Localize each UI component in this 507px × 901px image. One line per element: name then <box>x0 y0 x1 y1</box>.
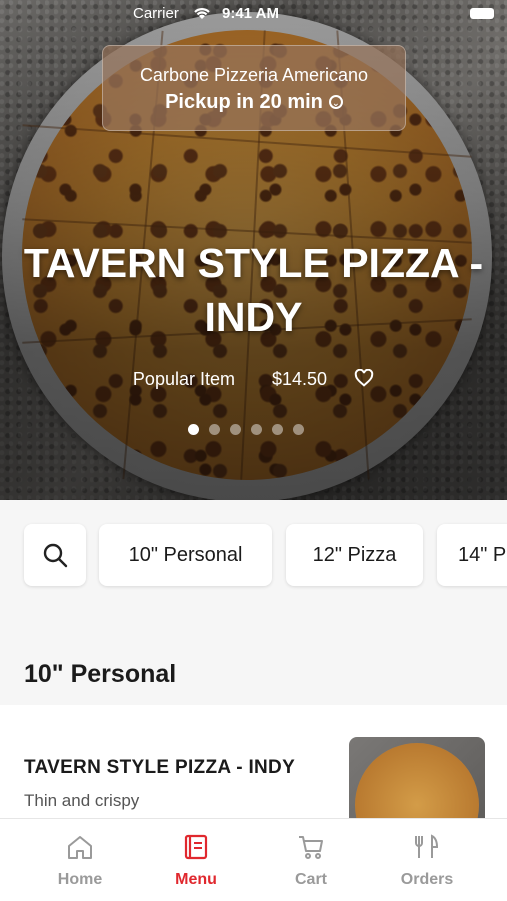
tab-cart[interactable]: Cart <box>261 819 361 901</box>
hero-banner[interactable]: Carrier 9:41 AM Carbone Pizzeria America… <box>0 0 507 500</box>
tab-orders[interactable]: Orders <box>377 819 477 901</box>
clock: 9:41 AM <box>222 5 279 22</box>
hero-price: $14.50 <box>272 369 328 389</box>
carousel-dot[interactable] <box>251 424 262 435</box>
heart-icon[interactable] <box>354 368 374 390</box>
carousel-dot[interactable] <box>293 424 304 435</box>
carousel-dot[interactable] <box>188 424 199 435</box>
pickup-label: Pickup in 20 min <box>165 91 323 113</box>
carousel-dot[interactable] <box>272 424 283 435</box>
tab-home[interactable]: Home <box>30 819 130 901</box>
category-chip-14-pizza[interactable]: 14" P <box>437 524 507 586</box>
category-chip-10-personal[interactable]: 10" Personal <box>99 524 272 586</box>
store-pickup-selector[interactable]: Carbone Pizzeria Americano Pickup in 20 … <box>102 45 406 131</box>
menu-icon <box>184 834 208 860</box>
chevron-down-icon: ⌄ <box>328 95 343 109</box>
tab-menu-label: Menu <box>175 871 217 888</box>
hero-meta: Popular Item $14.50 <box>0 368 507 391</box>
search-button[interactable] <box>24 524 86 586</box>
popular-tag: Popular Item <box>132 369 235 389</box>
status-bar: Carrier 9:41 AM <box>0 5 507 25</box>
category-bar: 10" Personal 12" Pizza 14" P <box>0 500 507 610</box>
home-icon <box>68 836 92 859</box>
battery-icon <box>470 8 494 19</box>
cart-icon <box>299 836 323 859</box>
carrier-label: Carrier <box>133 5 179 22</box>
wifi-icon <box>192 5 212 25</box>
item-description: Thin and crispy <box>24 791 140 810</box>
pickup-time: Pickup in 20 min ⌄ <box>103 91 405 114</box>
item-image <box>349 737 485 827</box>
carousel-indicator[interactable] <box>188 422 314 435</box>
tab-cart-label: Cart <box>294 871 327 888</box>
menu-item-card[interactable]: TAVERN STYLE PIZZA - INDY Thin and crisp… <box>0 705 507 827</box>
store-name: Carbone Pizzeria Americano <box>139 65 369 85</box>
category-chip-12-pizza[interactable]: 12" Pizza <box>286 524 423 586</box>
search-icon <box>43 543 68 568</box>
hero-title: TAVERN STYLE PIZZA - INDY <box>23 240 484 340</box>
item-name: TAVERN STYLE PIZZA - INDY <box>24 757 296 778</box>
tab-home-label: Home <box>57 871 103 888</box>
section-title: 10" Personal <box>24 660 177 688</box>
tab-bar: Home Menu Cart Orders <box>0 818 507 901</box>
tab-orders-label: Orders <box>400 871 454 888</box>
carousel-dot[interactable] <box>209 424 220 435</box>
tab-menu[interactable]: Menu <box>146 819 246 901</box>
orders-icon <box>415 834 439 858</box>
carousel-dot[interactable] <box>230 424 241 435</box>
